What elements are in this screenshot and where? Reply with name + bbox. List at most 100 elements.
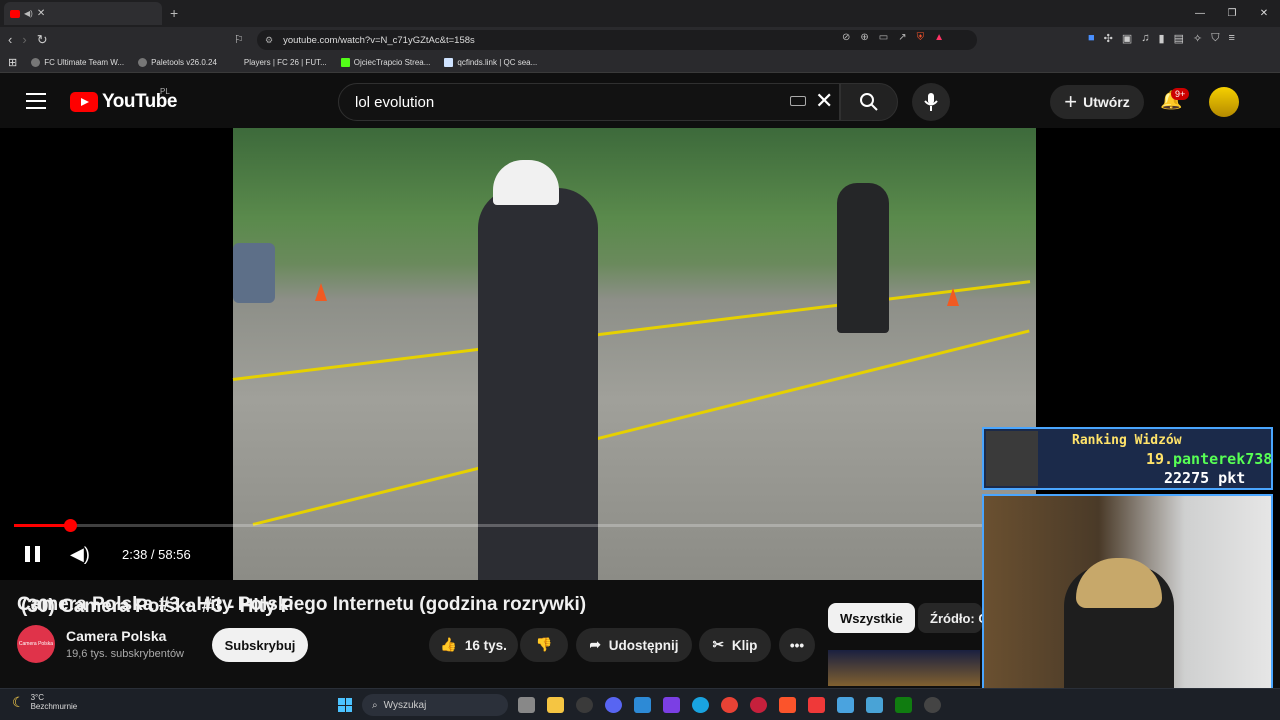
music-icon[interactable]: ♫ (1141, 32, 1149, 45)
channel-name[interactable]: Camera Polska (66, 628, 166, 644)
extension-icons: ■ ✣ ▣ ♫ ▮ ▤ ✧ ⛉ ≡ (1088, 32, 1235, 45)
forward-icon[interactable]: › (22, 32, 26, 48)
speaker-icon[interactable]: ◀) (24, 9, 33, 18)
new-tab-icon[interactable]: + (170, 5, 178, 21)
restore-icon[interactable]: ❐ (1216, 0, 1248, 27)
video-scene (232, 280, 1031, 381)
dislike-button[interactable]: 👎 (520, 628, 568, 662)
rewards-icon[interactable]: ▲ (934, 32, 944, 43)
create-button[interactable]: + Utwórz (1050, 85, 1144, 119)
brave-icon[interactable] (779, 697, 796, 713)
leo-icon[interactable]: ✧ (1193, 32, 1202, 45)
chatgpt-icon[interactable] (576, 697, 593, 713)
browser-tab[interactable]: ◀) (30) Camera Polska #3 - Hity P ✕ (4, 2, 293, 617)
discord-icon[interactable] (605, 697, 622, 713)
like-button[interactable]: 👍 16 tys. (429, 628, 518, 662)
channel-avatar[interactable]: Camera Polska (17, 625, 55, 663)
photos-icon[interactable] (837, 697, 854, 713)
close-tab-icon[interactable]: ✕ (37, 8, 45, 19)
youtube-favicon-icon (10, 9, 20, 18)
thumbs-down-icon: 👎 (535, 637, 553, 652)
chrome-icon[interactable] (721, 697, 738, 713)
more-actions-button[interactable]: ••• (779, 628, 815, 662)
recommended-thumbnail[interactable] (828, 650, 980, 686)
chip-all[interactable]: Wszystkie (828, 603, 915, 633)
brave-shield-icon[interactable]: ⛨ (917, 32, 925, 43)
video-scene (947, 288, 959, 306)
app-wave-icon[interactable] (866, 697, 883, 713)
vpn-icon[interactable]: ⛉ (1211, 32, 1219, 45)
volume-icon[interactable]: ◀) (70, 544, 90, 565)
menu-icon[interactable]: ≡ (1228, 32, 1234, 45)
site-info-icon[interactable]: ⚙ (265, 35, 273, 46)
streamer-hair (1076, 558, 1162, 608)
video-frame[interactable] (232, 128, 1036, 580)
nav-buttons: ‹ › ↻ (8, 32, 48, 48)
subscribe-button[interactable]: Subskrybuj (212, 628, 308, 662)
clear-search-icon[interactable]: ✕ (815, 88, 833, 114)
vscode-icon[interactable] (634, 697, 651, 713)
video-title: Camera Polska #3 - Hity Polskiego Intern… (17, 594, 587, 615)
windows-taskbar: ☾ 3°C Bezchmurnie ⌕ Wyszukaj (0, 688, 1280, 720)
bookmark-favicon-icon (138, 58, 148, 67)
share-arrow-icon: ➦ (589, 637, 601, 652)
sidebar-icon[interactable]: ▮ (1159, 32, 1165, 45)
webcam-overlay (982, 494, 1273, 712)
ranking-overlay: Ranking Widzów 19. panterek738 22275 pkt (982, 427, 1273, 490)
search-icon (860, 93, 878, 111)
share-button[interactable]: ➦ Udostępnij (576, 628, 692, 662)
address-bar-row: ‹ › ↻ ⚐ ⚙ youtube.com/watch?v=N_c71yGZtA… (0, 27, 1280, 53)
taskbar-apps (518, 697, 941, 713)
xbox-icon[interactable] (895, 697, 912, 713)
wallet-icon[interactable]: ▤ (1174, 32, 1184, 45)
youtube-logo[interactable]: YouTube PL (70, 87, 177, 113)
voice-search-button[interactable] (912, 83, 950, 121)
user-avatar[interactable] (1209, 87, 1239, 117)
like-count: 16 tys. (464, 637, 507, 653)
clip-button[interactable]: ✂ Klip (699, 628, 771, 662)
extension-blue-icon[interactable]: ■ (1088, 32, 1095, 45)
opera-icon[interactable] (750, 697, 767, 713)
screenshot-icon[interactable]: ▣ (1122, 32, 1132, 45)
file-explorer-icon[interactable] (547, 697, 564, 713)
search-input[interactable]: lol evolution (338, 83, 840, 121)
share-icon[interactable]: ↗ (898, 32, 906, 43)
bookmark-icon[interactable]: ⚐ (234, 33, 244, 46)
youtube-play-icon (70, 92, 98, 112)
taskbar-search[interactable]: ⌕ Wyszukaj (362, 694, 508, 716)
chip-source[interactable]: Źródło: C (918, 603, 982, 633)
task-view-icon[interactable] (518, 697, 535, 713)
bookmark-item[interactable]: FC Ultimate Team W... (31, 58, 124, 67)
bookmark-item[interactable]: Paletools v26.0.24 (138, 58, 217, 67)
zoom-icon[interactable]: ⊕ (860, 32, 868, 43)
subscriber-count: 19,6 tys. subskrybentów (66, 648, 185, 660)
apps-icon[interactable]: ⊞ (8, 56, 17, 69)
progress-scrubber[interactable] (64, 519, 77, 532)
ranking-position: 19. (1146, 450, 1174, 468)
bookmark-item[interactable]: Players | FC 26 | FUT... (231, 58, 327, 67)
weather-widget[interactable]: ☾ 3°C Bezchmurnie (12, 693, 77, 711)
obs-icon[interactable] (924, 697, 941, 713)
window-controls: — ❐ ✕ (1184, 0, 1280, 27)
back-icon[interactable]: ‹ (8, 32, 12, 48)
keyboard-icon[interactable] (790, 96, 806, 106)
app-purple-icon[interactable] (663, 697, 680, 713)
windows-start-icon[interactable] (338, 698, 352, 712)
cast-icon[interactable]: ▭ (879, 32, 888, 43)
close-window-icon[interactable]: ✕ (1248, 0, 1280, 27)
vivaldi-icon[interactable] (808, 697, 825, 713)
edge-icon[interactable] (692, 697, 709, 713)
reload-icon[interactable]: ↻ (37, 32, 48, 48)
minimize-icon[interactable]: — (1184, 0, 1216, 27)
more-dots-icon: ••• (789, 637, 805, 653)
puzzle-icon[interactable]: ✣ (1104, 32, 1113, 45)
plus-icon: + (1064, 89, 1078, 114)
bookmark-item[interactable]: qcfinds.link | QC sea... (444, 58, 537, 67)
progress-fill (14, 524, 70, 527)
thumbs-up-icon: 👍 (440, 637, 457, 652)
hamburger-menu-icon[interactable] (26, 93, 46, 109)
pause-button[interactable] (25, 546, 41, 562)
bookmark-item[interactable]: OjciecTrapcio Strea... (340, 58, 430, 67)
no-tracking-icon[interactable]: ⊘ (842, 32, 850, 43)
search-button[interactable] (840, 83, 898, 121)
